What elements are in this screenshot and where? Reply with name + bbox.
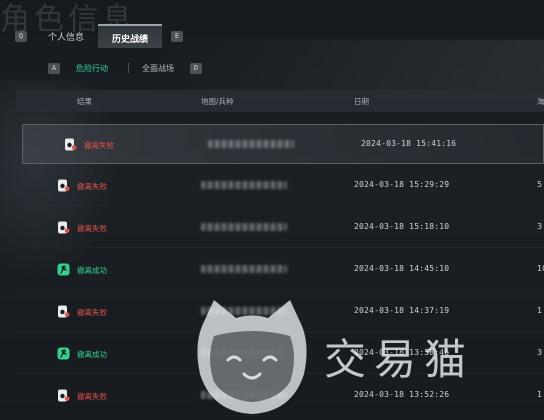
result-label: 撤离成功 <box>77 350 107 359</box>
table-row[interactable]: 撤离失败 2024-03-18 14:37:19 1 <box>16 292 544 332</box>
extract-success-icon <box>57 263 70 276</box>
date-label: 2024-03-18 13:58:46 <box>354 348 450 357</box>
extract-fail-icon <box>65 138 77 151</box>
extra-value: 3 <box>537 222 543 231</box>
map-unit-blurred <box>201 223 287 231</box>
column-header-extra: 淘 <box>537 97 544 106</box>
extract-fail-icon <box>58 179 70 192</box>
tab-match-history[interactable]: 历史战绩 <box>98 24 162 48</box>
extra-value: 10 <box>537 264 544 273</box>
extra-value: 5 <box>537 180 543 189</box>
extra-value: 1 <box>537 306 543 315</box>
tab-next-key-hint: E <box>171 31 183 42</box>
subtab-prev-key-hint: A <box>48 63 60 74</box>
map-unit-blurred <box>201 307 287 315</box>
result-label: 撤离失败 <box>77 182 107 191</box>
result-label: 撤离失败 <box>77 308 107 317</box>
date-label: 2024-03-18 15:29:29 <box>354 180 450 189</box>
table-header: 结果 地图/兵种 日期 淘 <box>16 90 544 112</box>
table-row[interactable]: 撤离失败2024-03-18 15:41:162 <box>22 124 544 164</box>
table-row[interactable]: 撤离失败 2024-03-18 13:52:26 1 <box>16 376 544 416</box>
date-label: 2024-03-18 14:37:19 <box>354 306 450 315</box>
extra-value: 1 <box>537 390 543 399</box>
column-header-map: 地图/兵种 <box>201 97 234 106</box>
map-unit-blurred <box>201 265 287 273</box>
table-row[interactable]: 撤离失败 2024-03-18 15:29:29 5 <box>16 166 544 206</box>
result-label: 撤离失败 <box>77 392 107 401</box>
result-label: 撤离失败 <box>84 141 114 150</box>
date-label: 2024-03-18 15:18:10 <box>354 222 450 231</box>
result-label: 撤离失败 <box>77 224 107 233</box>
map-unit-blurred <box>201 349 285 357</box>
map-unit-blurred <box>201 391 287 399</box>
extra-value: 3 <box>537 348 543 357</box>
date-label: 2024-03-18 14:45:10 <box>354 264 450 273</box>
subtab-full-battlefield[interactable]: 全面战场 <box>142 63 174 74</box>
column-header-date: 日期 <box>354 97 369 106</box>
extract-success-icon <box>57 347 70 360</box>
date-label: 2024-03-18 13:52:26 <box>354 390 450 399</box>
table-row[interactable]: 撤离成功 2024-03-18 14:45:10 10 <box>16 250 544 290</box>
extract-fail-icon <box>58 389 70 402</box>
result-label: 撤离成功 <box>77 266 107 275</box>
table-row[interactable]: 撤离成功 2024-03-18 13:58:46 3 <box>16 334 544 374</box>
table-row[interactable]: 撤离失败 2024-03-18 15:18:10 3 <box>16 208 544 248</box>
extract-fail-icon <box>58 221 70 234</box>
date-label: 2024-03-18 15:41:16 <box>361 139 457 148</box>
column-header-result: 结果 <box>77 97 92 106</box>
map-unit-blurred <box>201 181 287 189</box>
subtab-next-key-hint: D <box>190 63 202 74</box>
extract-fail-icon <box>58 305 70 318</box>
tab-prev-key-hint: Q <box>15 31 27 42</box>
subtab-danger-ops[interactable]: 危险行动 <box>76 63 108 74</box>
map-unit-blurred <box>208 140 294 148</box>
subtab-divider <box>128 63 129 73</box>
tab-personal-info[interactable]: 个人信息 <box>48 30 84 43</box>
